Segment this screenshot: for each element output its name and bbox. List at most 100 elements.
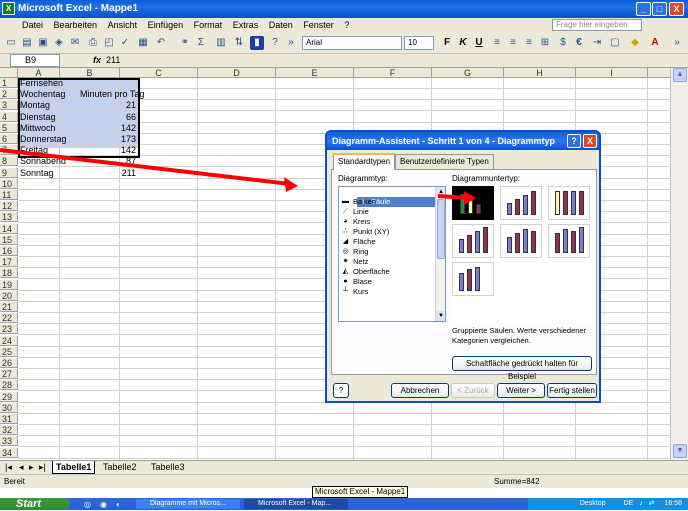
tab-nav-prev-icon[interactable]: ◂ [16, 461, 27, 474]
chart-subtype-option[interactable] [452, 186, 494, 220]
row-header[interactable]: 2 [0, 89, 18, 100]
open-folder-icon[interactable]: ▤ [20, 36, 34, 50]
column-header[interactable]: F [354, 68, 432, 78]
quicklaunch-browser-icon[interactable]: ◉ [100, 499, 107, 511]
row-header[interactable]: 9 [0, 167, 18, 178]
cell[interactable]: 211 [78, 168, 138, 178]
list-scroll-thumb[interactable] [437, 199, 445, 259]
fill-color-icon[interactable]: ◆ [628, 36, 642, 50]
row-header[interactable]: 23 [0, 324, 18, 335]
row-header[interactable]: 34 [0, 447, 18, 458]
print-icon[interactable]: ⎙ [86, 36, 100, 50]
undo-icon[interactable]: ↶ [154, 36, 168, 50]
chart-type-item[interactable]: ◕ Kreis [339, 217, 445, 227]
sort-ascending-icon[interactable]: ⇅ [232, 36, 246, 50]
row-header[interactable]: 17 [0, 257, 18, 268]
menu-format[interactable]: Format [190, 18, 227, 32]
tab-nav-first-icon[interactable]: |◂ [2, 461, 15, 474]
finish-button[interactable]: Fertig stellen [547, 383, 597, 398]
column-header[interactable]: A [18, 68, 60, 78]
row-header[interactable]: 19 [0, 279, 18, 290]
insert-function-icon[interactable]: ▥ [214, 36, 228, 50]
align-center-icon[interactable]: ≡ [506, 36, 520, 50]
row-header[interactable]: 7 [0, 145, 18, 156]
underline-button[interactable]: U [472, 36, 486, 50]
column-header[interactable]: B [60, 68, 120, 78]
permission-icon[interactable]: ◈ [52, 36, 66, 50]
menu-ansicht[interactable]: Ansicht [104, 18, 142, 32]
toolbar-options-icon[interactable]: » [284, 36, 298, 50]
task-excel[interactable]: Microsoft Excel - Map... [244, 499, 348, 509]
paste-icon[interactable]: ▦ [136, 36, 150, 50]
tab-standard-types[interactable]: Standardtypen [333, 153, 396, 170]
minimize-button[interactable]: _ [636, 2, 651, 16]
chart-type-item[interactable]: ✷ Netz [339, 257, 445, 267]
quicklaunch-media-icon[interactable]: ◐ [116, 499, 121, 511]
vertical-scrollbar[interactable]: ▲ ▼ [670, 68, 688, 460]
menu-fenster[interactable]: Fenster [299, 18, 338, 32]
office-assistant-icon[interactable]: ? [333, 383, 349, 398]
row-header[interactable]: 16 [0, 246, 18, 256]
chart-subtype-option[interactable] [548, 224, 590, 258]
row-header[interactable]: 32 [0, 425, 18, 436]
tray-language[interactable]: DE [624, 500, 634, 507]
chart-type-item[interactable]: ● Blase [339, 277, 445, 287]
row-header[interactable]: 11 [0, 190, 18, 200]
menu-help[interactable]: ? [340, 18, 353, 32]
list-scroll-down-icon[interactable]: ▼ [436, 311, 445, 321]
sheet-tab-tabelle3[interactable]: Tabelle3 [148, 461, 188, 474]
row-header[interactable]: 28 [0, 380, 18, 391]
sheet-tab-tabelle2[interactable]: Tabelle2 [100, 461, 140, 474]
tray-volume-icon[interactable]: ♪ [639, 500, 643, 507]
row-header[interactable]: 20 [0, 290, 18, 301]
indent-icon[interactable]: ⇥ [590, 36, 604, 50]
row-header[interactable]: 5 [0, 122, 18, 133]
cancel-button[interactable]: Abbrechen [391, 383, 449, 398]
row-header[interactable]: 8 [0, 156, 18, 167]
chart-subtype-option[interactable] [500, 224, 542, 258]
menu-datei[interactable]: Datei [18, 18, 47, 32]
row-header[interactable]: 26 [0, 358, 18, 368]
dialog-close-button[interactable]: X [583, 134, 597, 148]
row-header[interactable]: 27 [0, 369, 18, 380]
scroll-down-icon[interactable]: ▼ [673, 444, 687, 458]
row-header[interactable]: 3 [0, 100, 18, 111]
dialog-help-button[interactable]: ? [567, 134, 581, 148]
chart-subtype-option[interactable] [500, 186, 542, 220]
column-header[interactable]: J [648, 68, 670, 78]
menu-extras[interactable]: Extras [229, 18, 263, 32]
column-header[interactable]: H [504, 68, 576, 78]
tab-nav-next-icon[interactable]: ▸ [26, 461, 37, 474]
sheet-tab-tabelle1[interactable]: Tabelle1 [52, 461, 96, 474]
row-header[interactable]: 4 [0, 111, 18, 122]
align-left-icon[interactable]: ≡ [490, 36, 504, 50]
tray-network-icon[interactable]: ⇄ [649, 500, 655, 507]
chart-subtype-option[interactable] [452, 262, 494, 296]
borders-icon[interactable]: ▢ [608, 36, 622, 50]
font-name-select[interactable]: Arial [302, 36, 402, 50]
fx-label[interactable]: fx [93, 54, 101, 67]
row-header[interactable]: 12 [0, 201, 18, 212]
select-all-corner[interactable] [0, 68, 18, 78]
row-header[interactable]: 10 [0, 178, 18, 189]
align-right-icon[interactable]: ≡ [522, 36, 536, 50]
row-header[interactable]: 29 [0, 391, 18, 402]
help-icon[interactable]: ? [268, 36, 282, 50]
email-icon[interactable]: ✉ [68, 36, 82, 50]
row-header[interactable]: 1 [0, 78, 18, 88]
scroll-up-icon[interactable]: ▲ [673, 68, 687, 82]
row-header[interactable]: 18 [0, 268, 18, 279]
next-button[interactable]: Weiter > [497, 383, 545, 398]
preview-sample-button[interactable]: Schaltfläche gedrückt halten für Beispie… [452, 356, 592, 381]
list-scroll-up-icon[interactable]: ▲ [436, 187, 445, 197]
type-list-scrollbar[interactable]: ▲ ▼ [435, 187, 445, 321]
name-box[interactable]: B9 [10, 54, 60, 67]
row-header[interactable]: 31 [0, 414, 18, 424]
print-preview-icon[interactable]: ◰ [102, 36, 116, 50]
chart-type-item[interactable]: ▬ Balken [339, 197, 445, 207]
chart-type-item[interactable]: ∴ Punkt (XY) [339, 227, 445, 237]
save-icon[interactable]: ▣ [36, 36, 50, 50]
formula-input[interactable]: 211 [106, 54, 120, 67]
euro-button[interactable]: € [572, 36, 586, 50]
start-button[interactable]: Start [0, 498, 70, 510]
